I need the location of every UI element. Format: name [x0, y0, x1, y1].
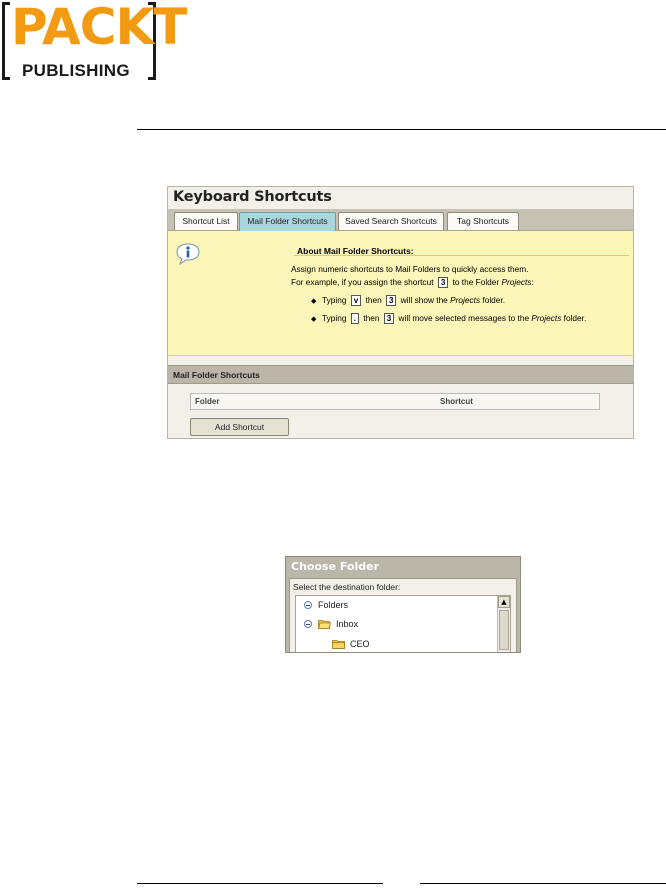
folder-icon [332, 639, 345, 649]
tree-item-folders[interactable]: Folders [304, 599, 348, 611]
logo-subtitle: PUBLISHING [22, 61, 130, 80]
tab-shortcut-list[interactable]: Shortcut List [174, 212, 238, 230]
bullet-1-then: then [365, 295, 382, 305]
tab-tag-shortcuts[interactable]: Tag Shortcuts [447, 212, 519, 230]
tree-item-label: CEO [350, 639, 370, 649]
dialog-subtitle: Select the destination folder: [293, 582, 401, 592]
section-header: Mail Folder Shortcuts [168, 365, 633, 384]
bullet-2: Typing . then 3 will move selected messa… [322, 312, 587, 325]
collapse-icon[interactable] [304, 601, 312, 609]
dialog-body: Select the destination folder: Folders I… [289, 578, 517, 652]
column-shortcut[interactable]: Shortcut [440, 394, 473, 409]
bullet-1-tail: folder. [482, 295, 506, 305]
key-v: v [350, 295, 362, 307]
bullet-icon: ◆ [311, 297, 317, 305]
packt-logo: PACKT PUBLISHING [0, 0, 187, 84]
bullet-2-then: then [363, 313, 380, 323]
tree-item-inbox[interactable]: Inbox [304, 618, 358, 630]
dialog-title: Choose Folder [291, 560, 380, 573]
scroll-up-arrow-icon[interactable]: ▲ [498, 596, 510, 608]
bottom-rule-left [137, 883, 383, 884]
bullet-1: Typing v then 3 will show the Projects f… [322, 294, 506, 307]
info-line-2-post: : [531, 277, 534, 287]
logo-wordmark: PACKT [11, 0, 187, 56]
scroll-thumb[interactable] [499, 610, 509, 650]
bullet-icon: ◆ [311, 315, 317, 323]
folder-tree: Folders Inbox CEO ▲ [295, 595, 511, 652]
bullet-1-rest: will show the [400, 295, 448, 305]
tree-item-ceo[interactable]: CEO [332, 638, 370, 650]
bottom-rule-right [420, 883, 666, 884]
folder-name: Projects [450, 295, 481, 305]
key-3: 3 [437, 277, 449, 289]
logo-bracket-left [2, 2, 10, 80]
key-3: 3 [386, 295, 397, 307]
tab-bar: Shortcut List Mail Folder Shortcuts Save… [168, 209, 633, 231]
tab-saved-search-shortcuts[interactable]: Saved Search Shortcuts [338, 212, 444, 230]
keyboard-shortcuts-panel: Keyboard Shortcuts Shortcut List Mail Fo… [167, 186, 634, 439]
tab-mail-folder-shortcuts[interactable]: Mail Folder Shortcuts [239, 212, 336, 231]
info-line-2-mid: to the Folder [452, 277, 500, 287]
folder-name: Projects [501, 277, 532, 287]
panel-title: Keyboard Shortcuts [173, 189, 332, 205]
column-folder[interactable]: Folder [195, 394, 219, 409]
bullet-1-typing: Typing [322, 295, 347, 305]
folder-open-icon [318, 619, 331, 629]
add-shortcut-button[interactable]: Add Shortcut [190, 418, 289, 436]
key-period: . [350, 313, 359, 325]
info-icon [176, 243, 200, 266]
tree-item-label: Folders [318, 600, 349, 610]
shortcut-table-header: Folder Shortcut [190, 393, 600, 410]
bullet-2-typing: Typing [322, 313, 347, 323]
collapse-icon[interactable] [304, 620, 312, 628]
top-rule [137, 129, 666, 130]
info-box: About Mail Folder Shortcuts: Assign nume… [168, 231, 633, 356]
choose-folder-dialog: Choose Folder Select the destination fol… [285, 556, 521, 653]
tree-scrollbar[interactable]: ▲ [497, 596, 510, 652]
folder-name: Projects [531, 313, 562, 323]
key-3: 3 [383, 313, 395, 325]
info-line-1: Assign numeric shortcuts to Mail Folders… [291, 264, 529, 274]
info-line-2: For example, if you assign the shortcut … [291, 276, 534, 289]
bullet-2-rest: will move selected messages to the [398, 313, 530, 323]
info-line-2-pre: For example, if you assign the shortcut [291, 277, 434, 287]
info-divider [294, 255, 629, 256]
tree-item-label: Inbox [336, 619, 359, 629]
bullet-2-tail: folder. [563, 313, 587, 323]
